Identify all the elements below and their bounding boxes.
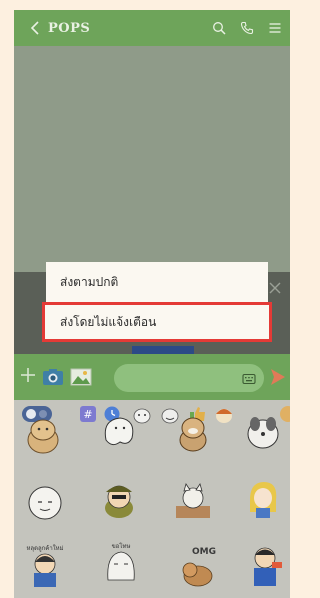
sticker-dog-shy[interactable]	[172, 412, 214, 454]
back-chevron-icon[interactable]	[24, 10, 46, 46]
message-input[interactable]	[114, 364, 264, 392]
send-silent-option[interactable]: ส่งโดยไม่แจ้งเตือน	[42, 302, 272, 342]
send-normal-option[interactable]: ส่งตามปกติ	[46, 262, 268, 302]
send-silent-label: ส่งโดยไม่แจ้งเตือน	[60, 314, 157, 329]
sticker-girl-yellow[interactable]	[242, 478, 284, 520]
sticker-dog-grey[interactable]	[242, 410, 284, 452]
phone-icon[interactable]	[240, 21, 254, 35]
sticker-bear-sitting[interactable]	[22, 414, 64, 456]
sticker-wave-man[interactable]	[242, 540, 288, 592]
sticker-tray: # หลุดลูกค้าใหม่ ขอโทษ OMG	[14, 400, 290, 598]
sticker-caption: หลุดลูกค้าใหม่	[26, 544, 63, 552]
menu-icon[interactable]	[268, 21, 282, 35]
sticker-caption: OMG	[192, 547, 216, 557]
header-actions	[212, 10, 282, 46]
camera-icon[interactable]	[42, 368, 64, 386]
send-options-menu: ส่งตามปกติ ส่งโดยไม่แจ้งเตือน	[42, 262, 272, 342]
phone-screen: POPS ส่งตามปกติ ส่งโดยไม่แจ้งเตือน # หลุ…	[14, 10, 290, 598]
sticker-soldier-green[interactable]	[98, 478, 140, 520]
chat-header: POPS	[14, 10, 290, 46]
sticker-omg-dog[interactable]: OMG	[172, 544, 220, 592]
sticker-caption: ขอโทษ	[112, 542, 131, 550]
chat-title: POPS	[48, 20, 91, 36]
sticker-crying-kid[interactable]: หลุดลูกค้าใหม่	[22, 542, 68, 592]
sticker-cat-desk[interactable]	[172, 480, 214, 522]
svg-text:#: #	[83, 408, 92, 421]
close-icon[interactable]	[268, 280, 282, 294]
input-bar	[14, 354, 290, 400]
sticker-bowing-person[interactable]: ขอโทษ	[98, 540, 144, 592]
image-icon[interactable]	[70, 367, 92, 387]
hair-bear-tab[interactable]	[214, 404, 234, 424]
send-icon[interactable]	[270, 368, 286, 386]
send-normal-label: ส่งตามปกติ	[60, 274, 119, 289]
hashtag-icon[interactable]: #	[80, 406, 96, 422]
preview-strip	[132, 346, 194, 354]
sticker-ghost-floating[interactable]	[98, 410, 140, 452]
plus-icon[interactable]	[18, 365, 38, 389]
search-icon[interactable]	[212, 21, 226, 35]
chat-area[interactable]	[14, 46, 290, 272]
sticker-round-face[interactable]	[24, 482, 66, 524]
keyboard-icon[interactable]	[242, 371, 256, 385]
